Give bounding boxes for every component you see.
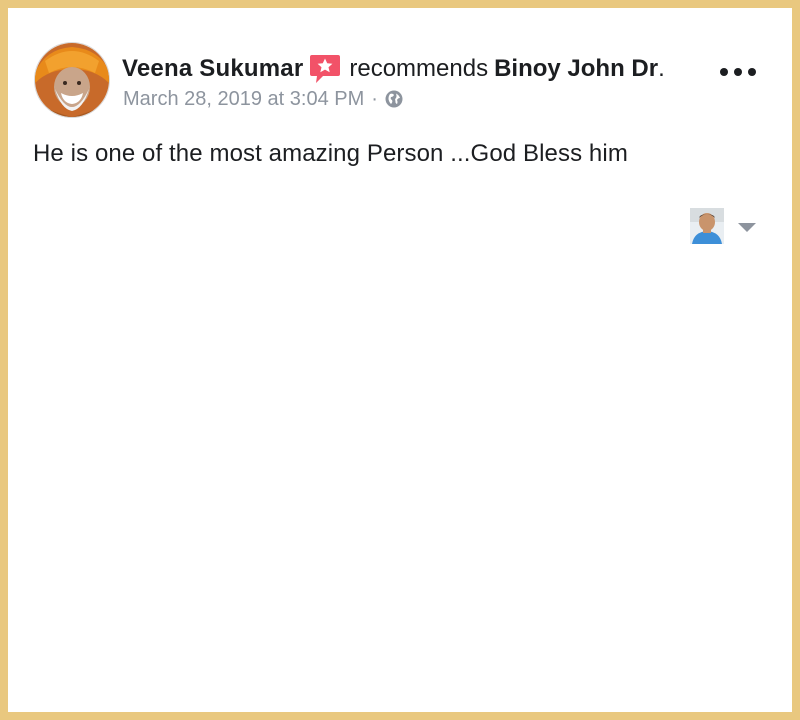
more-dot xyxy=(748,68,756,76)
author-name[interactable]: Veena Sukumar xyxy=(122,55,303,83)
recommended-page-link[interactable]: Binoy John Dr xyxy=(494,55,658,83)
post-meta: March 28, 2019 at 3:04 PM · xyxy=(123,86,403,112)
viewer-avatar[interactable] xyxy=(690,208,724,244)
post-body-text: He is one of the most amazing Person ...… xyxy=(33,140,628,167)
target-suffix: . xyxy=(658,55,665,82)
recommendation-verb: recommends xyxy=(349,55,489,82)
more-dot xyxy=(734,68,742,76)
chevron-down-icon[interactable] xyxy=(738,223,756,232)
post-header: Veena Sukumar recommends Binoy John Dr . xyxy=(122,54,665,84)
author-avatar[interactable] xyxy=(34,42,110,118)
more-dot xyxy=(720,68,728,76)
globe-icon[interactable] xyxy=(385,90,403,108)
meta-separator: · xyxy=(371,87,378,110)
more-options-icon[interactable] xyxy=(720,60,756,84)
post-timestamp[interactable]: March 28, 2019 at 3:04 PM xyxy=(123,88,364,111)
post-card: Veena Sukumar recommends Binoy John Dr .… xyxy=(8,8,792,712)
recommendation-star-icon xyxy=(309,54,341,84)
